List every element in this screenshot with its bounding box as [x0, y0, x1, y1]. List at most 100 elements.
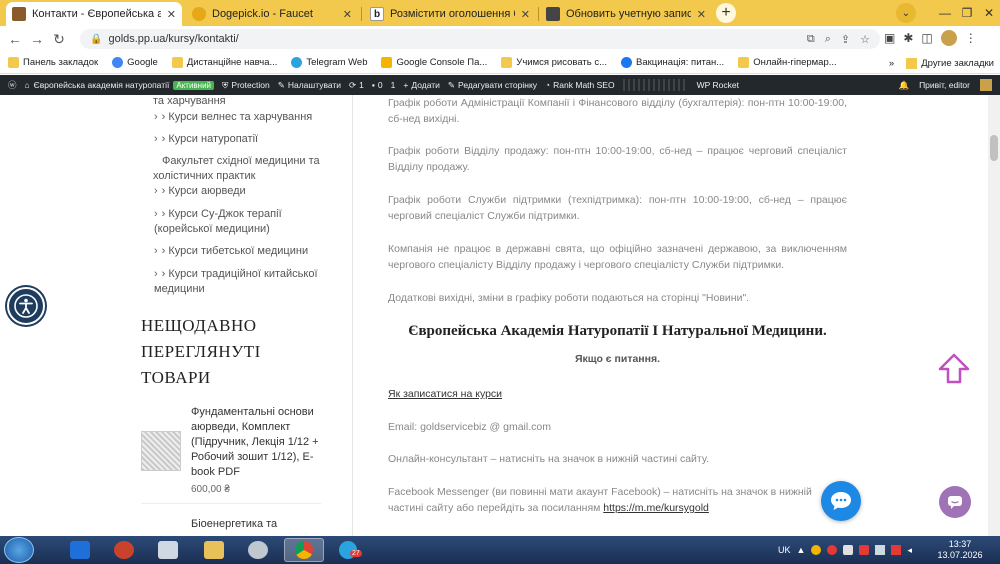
folder-icon — [171, 57, 183, 68]
tray-chevron-icon[interactable]: ▲ — [797, 545, 806, 555]
zoom-icon[interactable]: ⌕ — [825, 33, 831, 46]
close-icon[interactable]: ✕ — [521, 8, 530, 21]
update-tray-icon[interactable] — [859, 545, 870, 555]
sidepanel-icon[interactable]: ◫ — [921, 31, 932, 45]
questions-heading: Якщо є питання. — [574, 353, 661, 365]
taskbar-clock[interactable]: 13:37 13.07.2026 — [930, 539, 990, 561]
wp-edit-page[interactable]: ✎ Редагувати сторінку — [448, 80, 537, 91]
page-scrollbar[interactable] — [988, 95, 1000, 536]
wp-stats-graph — [622, 79, 687, 91]
menu-icon[interactable]: ⋮ — [965, 31, 977, 45]
avatar[interactable] — [980, 79, 992, 91]
tab-search-icon[interactable]: ⌄ — [896, 3, 916, 23]
windows-taskbar: 27 UK ▲ ◂ 13:37 13.07.2026 — [0, 536, 1000, 564]
product-title-link[interactable]: Фундаментальні основи аюрведи, Комплект … — [191, 405, 321, 480]
wp-protection[interactable]: ⛨ Protection — [222, 80, 270, 91]
holidays-text: Компанія не працює в державні свята, що … — [388, 243, 847, 271]
tab-dogepick[interactable]: Dogepick.io - Faucet ✕ — [186, 2, 358, 26]
share-icon[interactable]: ⇪ — [841, 33, 850, 46]
wp-site-name[interactable]: ⌂ Європейська академія натуропатії Активни… — [25, 80, 215, 90]
tab-contacts[interactable]: Контакти - Європейська академ ✕ — [6, 2, 182, 26]
tab-update-account[interactable]: Обновить учетную запись ✕ — [540, 2, 712, 26]
sidebar-item-sujok[interactable]: › › Курси Су-Джок терапії (корейської мед… — [154, 207, 314, 237]
close-icon[interactable]: ✕ — [343, 8, 352, 21]
record-tray-icon[interactable] — [827, 545, 838, 555]
sidebar-item-tibetan[interactable]: › › Курси тибетської медицини — [154, 244, 308, 259]
avatar[interactable] — [940, 30, 957, 46]
taskbar-explorer[interactable] — [194, 538, 234, 562]
sidebar-item-eastern-faculty[interactable]: Факультет східної медицини та холістични… — [153, 154, 323, 184]
forward-arrow-icon[interactable]: → — [26, 31, 48, 47]
start-button[interactable] — [4, 537, 34, 563]
wp-updates[interactable]: ⟳ 1 — [349, 80, 364, 91]
tab-ads[interactable]: b Розмістити оголошення безкош ✕ — [364, 2, 536, 26]
wp-rank-math[interactable]: ◔ Rank Math SEO — [545, 80, 615, 90]
wp-add-new[interactable]: + Додати — [403, 80, 440, 90]
sidebar-item-nutrition[interactable]: та харчування — [153, 95, 226, 109]
messenger-link[interactable]: https://m.me/kursygold — [603, 502, 709, 514]
other-bookmarks[interactable]: Другие закладки — [921, 58, 994, 69]
wp-comments-pending[interactable]: 1 — [391, 80, 396, 90]
chrome-tray-icon[interactable] — [811, 545, 822, 555]
lock-icon[interactable]: 🔒 — [90, 34, 102, 45]
taskbar-media[interactable] — [238, 538, 278, 562]
wp-comments[interactable]: ▪ 0 — [372, 80, 383, 90]
bookmark-item[interactable]: Онлайн-гіпермар... — [738, 57, 837, 68]
puzzle-icon[interactable]: ✱ — [903, 31, 913, 45]
maximize-button[interactable]: ❐ — [956, 6, 978, 20]
product-title-link[interactable]: Біоенергетика та — [191, 518, 321, 530]
bookmark-item[interactable]: Учимся рисовать с... — [501, 57, 607, 68]
reload-icon[interactable]: ↻ — [48, 31, 70, 48]
bookmark-item[interactable]: Панель закладок — [8, 57, 98, 68]
sidebar-item-chinese[interactable]: › › Курси традиційної китайської медицини — [154, 267, 319, 297]
scrollbar-thumb[interactable] — [990, 135, 998, 161]
notification-badge: 27 — [350, 550, 362, 557]
bell-icon[interactable]: 🔔 — [898, 80, 909, 91]
close-window-button[interactable]: ✕ — [978, 6, 1000, 20]
bookmarks-more-button[interactable]: » — [889, 58, 894, 69]
close-icon[interactable]: ✕ — [167, 8, 176, 21]
sidebar-item-ayurveda[interactable]: › › Курси аюрведи — [154, 184, 246, 199]
wordpress-logo-icon[interactable]: ⓦ — [8, 79, 17, 91]
sidebar-item-wellness[interactable]: › › Курси велнес та харчування — [154, 110, 312, 125]
taskbar-ccleaner[interactable] — [104, 538, 144, 562]
back-arrow-icon[interactable]: ← — [4, 31, 26, 47]
taskbar-telegram[interactable]: 27 — [328, 538, 368, 562]
address-bar[interactable]: 🔒 golds.pp.ua/kursy/kontakti/ ⧉ ⌕ ⇪ ☆ — [80, 29, 880, 49]
scroll-up-arrow-icon[interactable] — [936, 351, 972, 387]
language-indicator[interactable]: UK — [778, 545, 791, 555]
enroll-link[interactable]: Як записатися на курси — [388, 388, 502, 400]
comment-icon: ▪ — [371, 80, 375, 90]
network-tray-icon[interactable] — [875, 545, 886, 555]
volume-icon[interactable]: ◂ — [907, 545, 912, 556]
antivirus-tray-icon[interactable] — [843, 545, 854, 555]
wp-greeting[interactable]: Привіт, editor — [919, 80, 970, 90]
new-tab-button[interactable]: + — [716, 3, 736, 23]
accessibility-button[interactable] — [7, 287, 45, 325]
wp-admin-bar: ⓦ ⌂ Європейська академія натуропатії Актив… — [0, 75, 1000, 95]
bookmark-item[interactable]: Google — [112, 57, 158, 68]
bookmark-item[interactable]: Вакцинація: питан... — [621, 57, 724, 68]
brush-icon: ✎ — [277, 79, 285, 90]
bookmark-item[interactable]: Telegram Web — [291, 57, 367, 68]
extension-icon[interactable]: ▣ — [884, 31, 895, 45]
bookmark-star-icon[interactable]: ☆ — [860, 33, 870, 46]
chat-button[interactable] — [821, 481, 861, 521]
minimize-button[interactable]: — — [934, 6, 956, 20]
close-icon[interactable]: ✕ — [697, 8, 706, 21]
taskbar-chrome[interactable] — [284, 538, 324, 562]
rank-math-icon: ◔ — [545, 80, 551, 90]
taskbar-calculator[interactable] — [148, 538, 188, 562]
folder-icon — [204, 541, 224, 559]
page-content: та харчування › › Курси велнес та харчува… — [0, 95, 1000, 536]
sidebar-item-naturopathy[interactable]: › › Курси натуропатії — [154, 132, 258, 147]
bookmark-item[interactable]: Дистанційне навча... — [171, 57, 277, 68]
wp-customize[interactable]: ✎ Налаштувати — [278, 80, 341, 91]
wp-rocket[interactable]: WP Rocket — [697, 80, 739, 90]
bookmark-item[interactable]: Google Console Па... — [381, 57, 487, 68]
product-thumbnail[interactable] — [141, 431, 181, 471]
flag-tray-icon[interactable] — [891, 545, 902, 555]
messenger-button[interactable] — [939, 486, 971, 518]
taskbar-dropbox[interactable] — [60, 538, 100, 562]
translate-icon[interactable]: ⧉ — [807, 33, 815, 46]
